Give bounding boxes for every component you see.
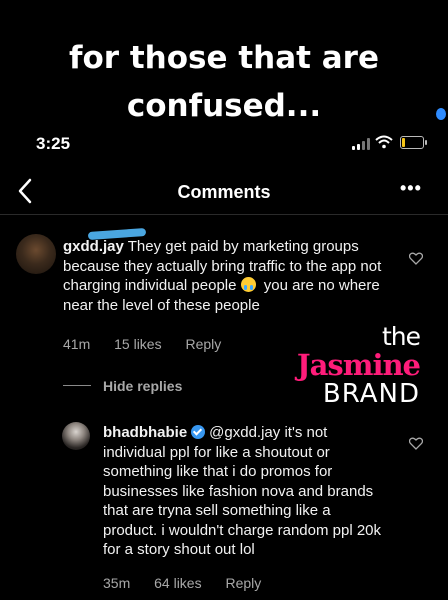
page-title: Comments bbox=[177, 182, 271, 202]
likes-count[interactable]: 64 likes bbox=[154, 575, 201, 591]
watermark-line2: Jasmine bbox=[296, 348, 421, 382]
divider bbox=[63, 385, 91, 386]
comment-text: gxdd.jay They get paid by marketing grou… bbox=[63, 237, 383, 315]
comment-body: it's not individual ppl for like a shout… bbox=[103, 424, 382, 558]
comments-header: Comments ••• bbox=[0, 170, 448, 215]
likes-count[interactable]: 15 likes bbox=[114, 336, 161, 352]
comment-username[interactable]: gxdd.jay bbox=[63, 238, 124, 255]
verified-badge-icon bbox=[191, 425, 206, 439]
status-time: 3:25 bbox=[36, 134, 71, 153]
story-caption-line1: for those that are bbox=[69, 40, 379, 76]
story-caption-line2: confused... bbox=[126, 88, 322, 124]
comment-meta: 41m 15 likes Reply bbox=[63, 336, 241, 352]
reply-button[interactable]: Reply bbox=[225, 575, 261, 591]
heart-icon[interactable] bbox=[409, 437, 423, 450]
mention-link[interactable]: @gxdd.jay bbox=[209, 424, 280, 441]
hide-replies-button[interactable]: Hide replies bbox=[103, 378, 182, 394]
wifi-icon bbox=[375, 135, 393, 149]
watermark-logo: the Jasmine BRAND bbox=[282, 322, 421, 409]
battery-icon bbox=[400, 136, 427, 149]
reply-meta: 35m 64 likes Reply bbox=[103, 575, 281, 591]
watermark-line1: the bbox=[381, 322, 421, 351]
avatar[interactable] bbox=[16, 234, 56, 274]
comment-username[interactable]: bhadbhabie bbox=[103, 424, 187, 441]
reply-text: bhadbhabie @gxdd.jay it's not individual … bbox=[103, 423, 383, 560]
watermark-line3: BRAND bbox=[322, 379, 420, 409]
avatar[interactable] bbox=[62, 422, 90, 450]
comment-time: 35m bbox=[103, 575, 131, 591]
crying-emoji-icon bbox=[240, 277, 256, 292]
heart-icon[interactable] bbox=[409, 252, 423, 265]
status-bar: 3:25 bbox=[0, 130, 448, 158]
signal-icon bbox=[352, 138, 372, 150]
story-blue-dot bbox=[436, 108, 446, 120]
reply-button[interactable]: Reply bbox=[185, 336, 221, 352]
comment-time: 41m bbox=[63, 336, 91, 352]
more-horizontal-icon[interactable]: ••• bbox=[400, 178, 422, 199]
